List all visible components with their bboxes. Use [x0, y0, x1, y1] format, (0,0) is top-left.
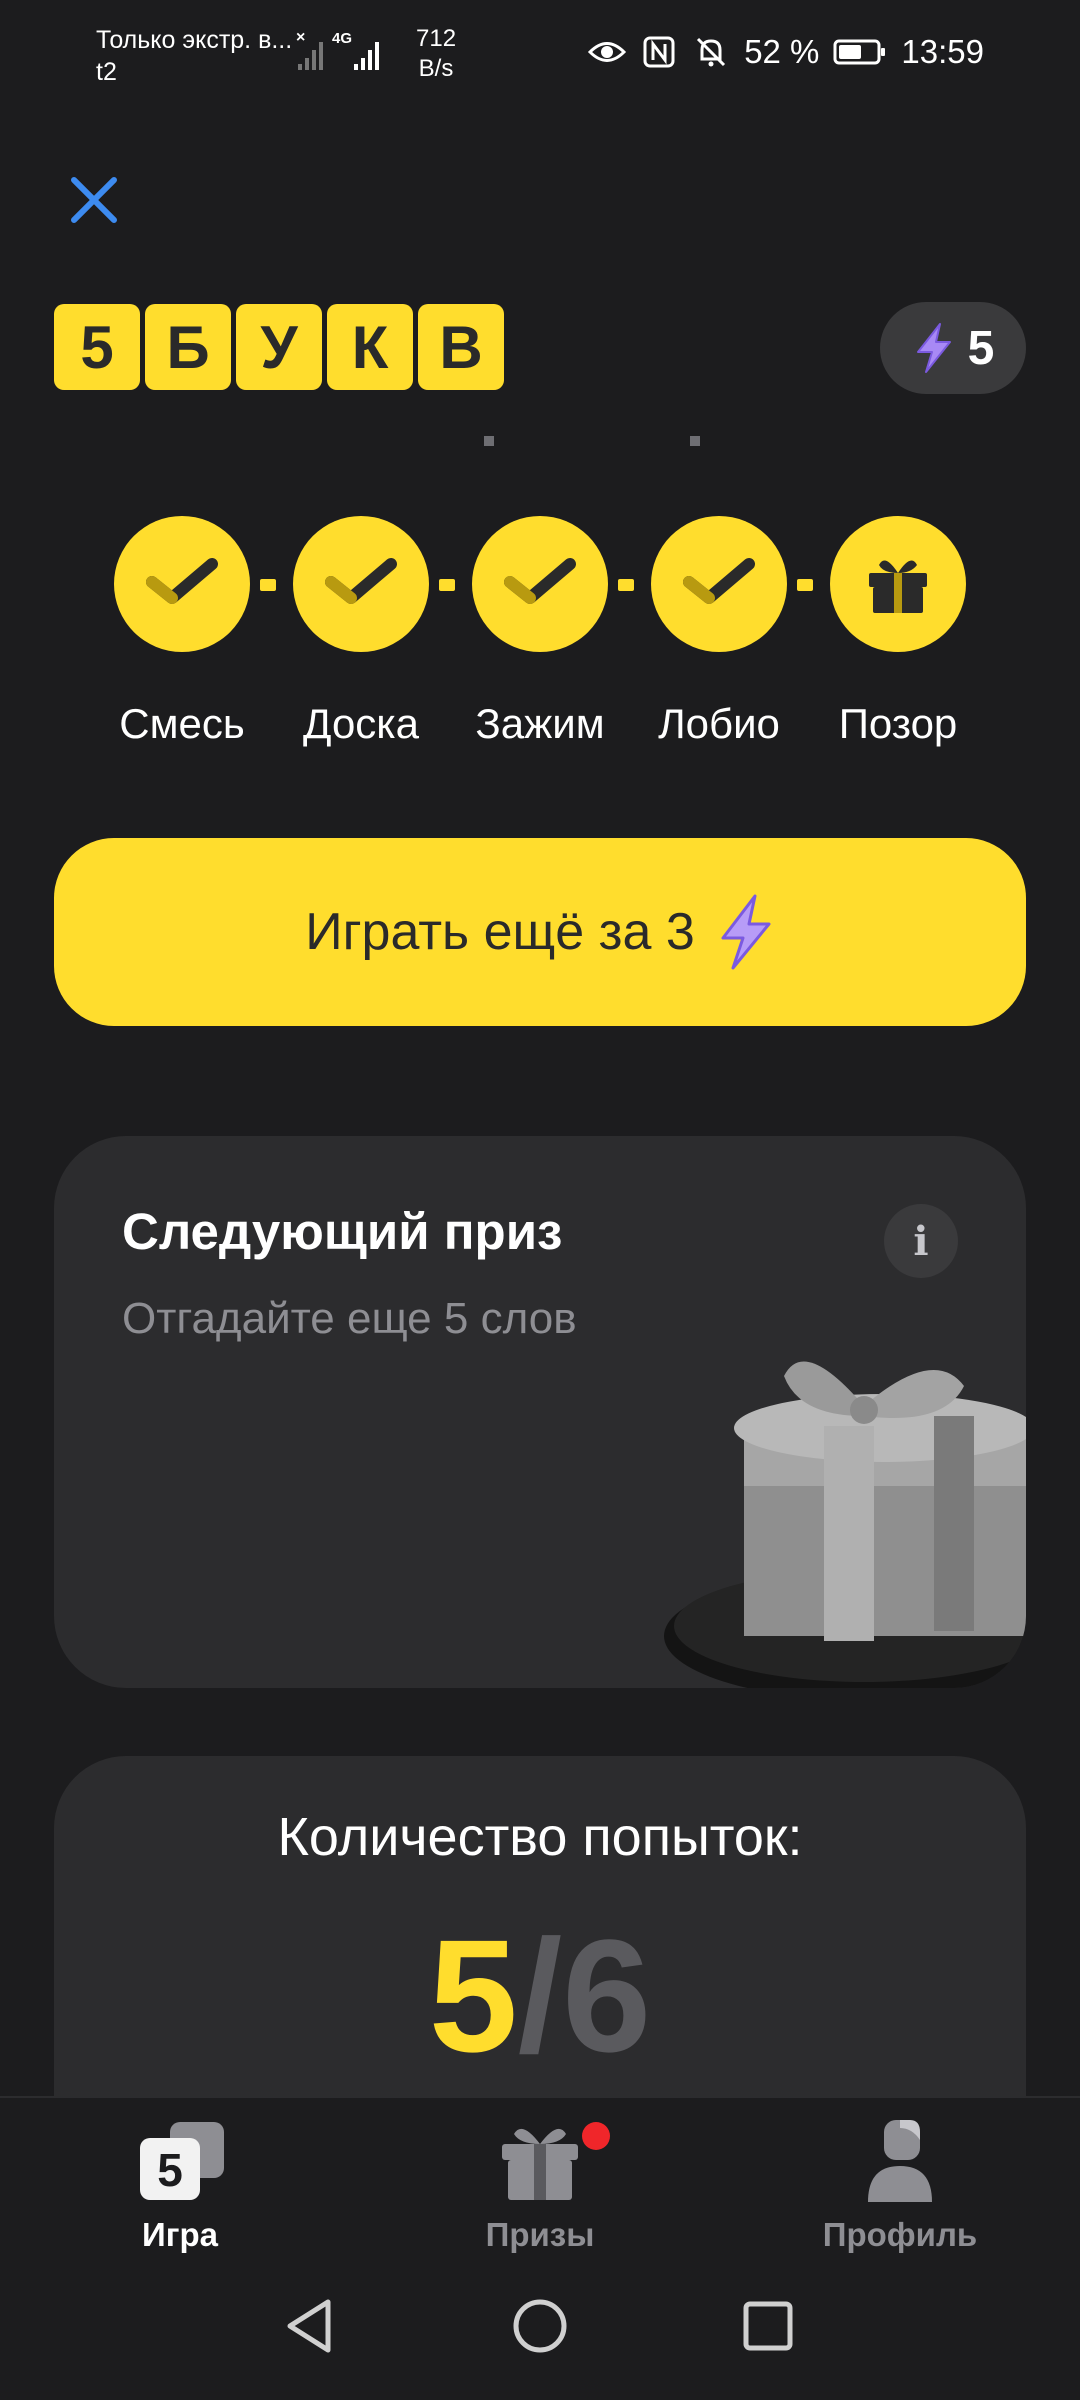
gift-box-illustration — [664, 1361, 1026, 1688]
game-icon: 5 — [140, 2122, 224, 2200]
progress-step — [830, 516, 966, 652]
battery-icon — [833, 33, 887, 71]
lightning-icon — [721, 894, 771, 970]
eye-icon — [588, 33, 627, 71]
system-navigation-bar — [0, 2256, 1080, 2400]
step-connector — [618, 579, 634, 591]
attempts-separator: / — [517, 1906, 563, 2085]
status-bar: Только экстр. в... t2 × 4G 712 B/s 52 % … — [0, 0, 1080, 110]
prize-subtitle: Отгадайте еще 5 слов — [122, 1294, 577, 1343]
info-button[interactable]: i — [884, 1204, 958, 1278]
word-progress — [114, 516, 966, 656]
nav-label-profile: Профиль — [822, 2216, 978, 2253]
progress-step — [114, 516, 250, 652]
check-icon — [504, 558, 576, 604]
nav-label-prizes: Призы — [485, 2216, 595, 2253]
step-label: Смесь — [119, 700, 245, 747]
speed-value: 712 — [416, 25, 457, 52]
svg-text:5: 5 — [157, 2144, 183, 2196]
network-type: 4G — [332, 30, 353, 47]
progress-step — [472, 516, 608, 652]
close-icon — [71, 177, 117, 223]
lightning-icon — [916, 323, 951, 373]
attempts-title: Количество попыток: — [277, 1807, 803, 1867]
prize-title: Следующий приз — [122, 1203, 563, 1260]
profile-icon — [868, 2120, 932, 2202]
nfc-icon — [640, 33, 678, 71]
logo-tile: В — [418, 304, 504, 390]
svg-text:×: × — [296, 29, 305, 46]
signal-icon: × 4G — [296, 28, 406, 72]
logo-tile: У — [236, 304, 322, 390]
logo-tile: 5 — [54, 304, 140, 390]
carrier-line-2: t2 — [96, 58, 117, 86]
nav-item-profile[interactable]: Профиль — [750, 2098, 1050, 2258]
progress-step — [293, 516, 429, 652]
info-icon: i — [913, 1217, 929, 1265]
step-connector — [439, 579, 455, 591]
energy-count: 5 — [967, 321, 995, 375]
decor-dot — [690, 436, 700, 446]
home-button[interactable] — [500, 2286, 580, 2366]
bottom-navigation: 5 Игра Призы Профиль — [0, 2096, 1080, 2256]
attempts-current: 5 — [428, 1906, 518, 2085]
step-label: Позор — [838, 700, 958, 747]
attempts-counter: 5/6 — [54, 1916, 1026, 2076]
bell-off-icon — [692, 33, 730, 71]
step-label: Лобио — [658, 700, 780, 747]
close-button[interactable] — [64, 170, 124, 230]
battery-percent: 52 % — [744, 33, 820, 70]
next-prize-card[interactable]: Следующий приз Отгадайте еще 5 слов i — [54, 1136, 1026, 1688]
back-button[interactable] — [270, 2286, 350, 2366]
nav-label-game: Игра — [142, 2216, 218, 2253]
play-again-label: Играть ещё за 3 — [305, 903, 695, 961]
step-connector — [797, 579, 813, 591]
network-speed: 712 B/s — [416, 24, 456, 84]
step-label: Зажим — [475, 700, 605, 747]
nav-item-prizes[interactable]: Призы — [390, 2098, 690, 2258]
attempts-max: 6 — [562, 1906, 652, 2085]
notification-badge — [582, 2122, 610, 2150]
status-icons: 52 % 13:59 — [588, 30, 984, 74]
gift-icon — [869, 560, 927, 613]
step-connector — [260, 579, 276, 591]
logo-tile: Б — [145, 304, 231, 390]
gift-icon — [502, 2128, 578, 2200]
carrier-info: Только экстр. в... t2 — [96, 24, 292, 88]
carrier-line-1: Только экстр. в... — [96, 26, 293, 54]
clock: 13:59 — [901, 33, 984, 70]
recents-icon — [743, 2301, 793, 2351]
app-logo: 5 Б У К В — [54, 304, 504, 390]
nav-item-game[interactable]: 5 Игра — [30, 2098, 330, 2258]
logo-tile: К — [327, 304, 413, 390]
play-again-button[interactable]: Играть ещё за 3 — [54, 838, 1026, 1026]
check-icon — [325, 558, 397, 604]
speed-unit: B/s — [418, 55, 454, 82]
check-icon — [146, 558, 218, 604]
check-icon — [683, 558, 755, 604]
decor-dot — [484, 436, 494, 446]
progress-step — [651, 516, 787, 652]
game-screen: Только экстр. в... t2 × 4G 712 B/s 52 % … — [0, 0, 1080, 2400]
back-icon — [287, 2299, 331, 2353]
home-icon — [513, 2299, 567, 2353]
step-label: Доска — [303, 700, 419, 747]
energy-balance[interactable]: 5 — [880, 302, 1026, 394]
recents-button[interactable] — [728, 2286, 808, 2366]
